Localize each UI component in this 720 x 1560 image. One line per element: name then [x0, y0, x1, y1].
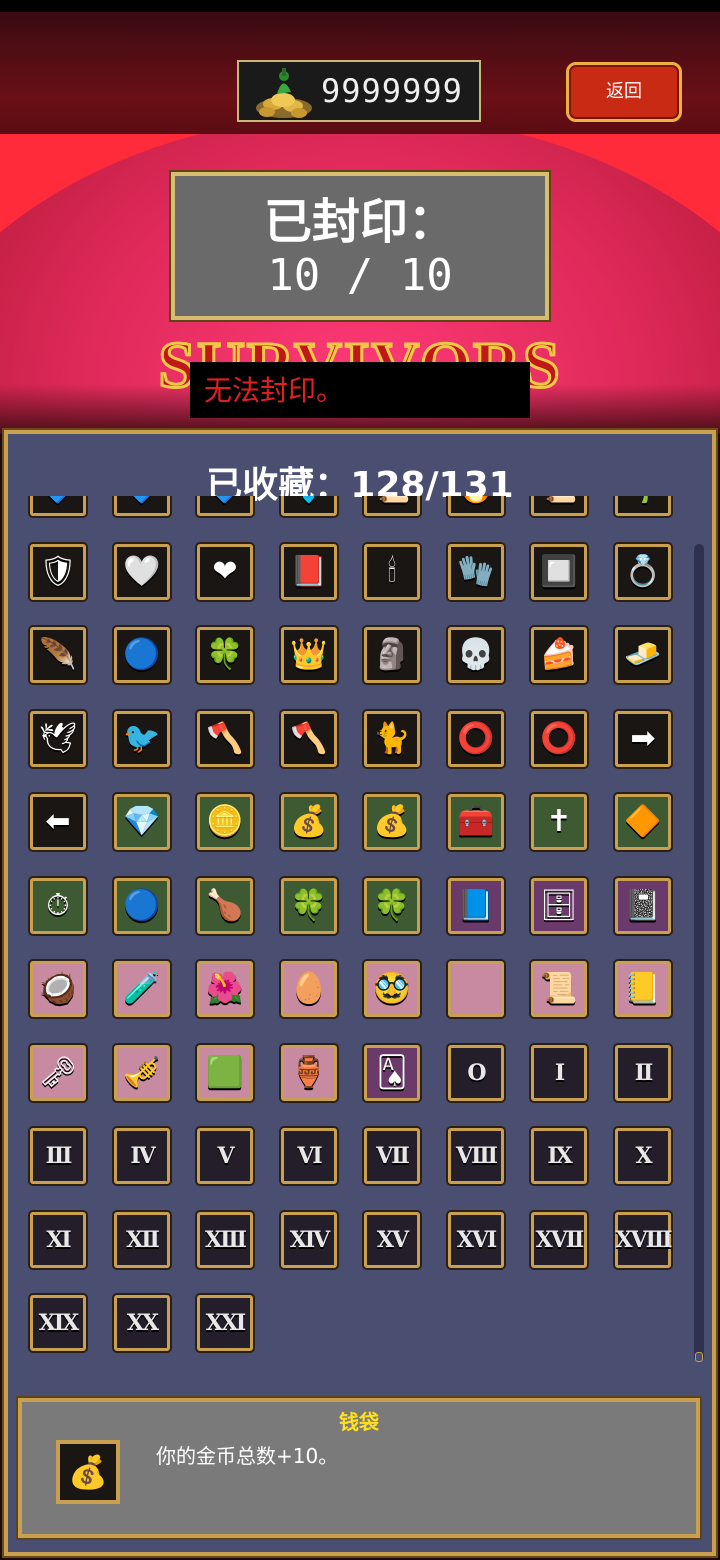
flower-icon[interactable]: 🌺 — [197, 961, 253, 1017]
gold-bar-icon[interactable]: 🧈 — [615, 627, 671, 683]
red-potion-icon[interactable]: 🏺 — [281, 1045, 337, 1101]
roman-numeral-13-icon[interactable]: XIII — [197, 1212, 253, 1268]
status-bar — [0, 0, 720, 12]
clover-icon[interactable]: 🍀 — [197, 627, 253, 683]
roman-numeral-0-icon[interactable]: O — [448, 1045, 504, 1101]
empty-slot-icon[interactable] — [448, 961, 504, 1017]
roast-chicken-icon[interactable]: 🍗 — [197, 878, 253, 934]
roman-numeral-12-icon[interactable]: XII — [114, 1212, 170, 1268]
chest-icon[interactable]: 🧰 — [448, 794, 504, 850]
flame-icon[interactable]: 🔥 — [448, 496, 504, 516]
roman-numeral-19-icon[interactable]: XIX — [30, 1295, 86, 1351]
red-book-icon[interactable]: 📕 — [281, 544, 337, 600]
roman-numeral-5-icon[interactable]: V — [197, 1128, 253, 1184]
card-icon[interactable]: 🂡 — [364, 1045, 420, 1101]
orange-gem-icon[interactable]: 🔶 — [615, 794, 671, 850]
sealed-label: 已封印： — [263, 194, 456, 250]
cage-icon[interactable]: 🔲 — [531, 544, 587, 600]
sealed-counter-box: 已封印： 10 / 10 — [169, 170, 551, 322]
roman-numeral-20-icon[interactable]: XX — [114, 1295, 170, 1351]
roman-numeral-9-icon[interactable]: IX — [531, 1128, 587, 1184]
coin-counter: 9999999 — [237, 60, 481, 122]
scroll-icon[interactable]: 📜 — [531, 961, 587, 1017]
crown-icon[interactable]: 👑 — [281, 627, 337, 683]
dark-book-icon[interactable]: 📓 — [615, 878, 671, 934]
dove-icon[interactable]: 🕊 — [30, 711, 86, 767]
scroll-icon[interactable]: 📜 — [364, 496, 420, 516]
mask-icon[interactable]: 🗿 — [364, 627, 420, 683]
green-ring-icon[interactable]: ⭕ — [531, 711, 587, 767]
candelabra-icon[interactable]: 🕯 — [364, 544, 420, 600]
collection-grid[interactable]: 🔷 🔷 🔷 💠 📜 🔥 📜 🌱 🛡 🤍 ❤ 📕 🕯 🧤 🔲 💍 🪶 🔵 🍀 👑 🗿 💀 🍰 🧈 🕊 🐦 🪓 🪓 🐈 ⭕ ⭕ ➡ ⬅ 💎 🪙 💰 💰 🧰 ✝ 🔶… — [0, 496, 720, 1362]
roman-numeral-21-icon[interactable]: XXI — [197, 1295, 253, 1351]
potion-icon[interactable]: 🧪 — [114, 961, 170, 1017]
roman-numeral-2-icon[interactable]: II — [615, 1045, 671, 1101]
roman-numeral-15-icon[interactable]: XV — [364, 1212, 420, 1268]
disguise-glasses-icon[interactable]: 🥸 — [364, 961, 420, 1017]
scrollbar-track[interactable] — [694, 544, 704, 1362]
egg-icon[interactable]: 🥚 — [281, 961, 337, 1017]
gem-icon[interactable]: 🔷 — [197, 496, 253, 516]
cannot-seal-message: 无法封印。 — [190, 362, 530, 418]
orb-icon[interactable]: 🔵 — [114, 627, 170, 683]
coin-count: 9999999 — [321, 72, 463, 110]
blue-crystal-icon[interactable]: 💎 — [114, 794, 170, 850]
money-bag-icon: 💰 — [56, 1440, 120, 1504]
item-info-box: 钱袋 💰 你的金币总数+10。 — [16, 1396, 702, 1540]
roman-numeral-11-icon[interactable]: XI — [30, 1212, 86, 1268]
blue-orb-icon[interactable]: 🔵 — [114, 878, 170, 934]
green-cube-icon[interactable]: 🟩 — [197, 1045, 253, 1101]
back-button[interactable]: 返回 — [566, 62, 682, 122]
wing-icon[interactable]: 🪶 — [30, 627, 86, 683]
gem-icon[interactable]: 🔷 — [114, 496, 170, 516]
roman-numeral-14-icon[interactable]: XIV — [281, 1212, 337, 1268]
purple-book-icon[interactable]: 📘 — [448, 878, 504, 934]
rosary-icon[interactable]: ✝ — [531, 794, 587, 850]
item-name: 钱袋 — [339, 1410, 379, 1434]
gauntlet-icon[interactable]: 🧤 — [448, 544, 504, 600]
brown-orb-icon[interactable]: 🥥 — [30, 961, 86, 1017]
gold-book-icon[interactable]: 📒 — [615, 961, 671, 1017]
yellow-clover-icon[interactable]: 🍀 — [281, 878, 337, 934]
plant-icon[interactable]: 🌱 — [615, 496, 671, 516]
trumpet-icon[interactable]: 🎺 — [114, 1045, 170, 1101]
red-bird-icon[interactable]: 🐦 — [114, 711, 170, 767]
hollow-heart-icon[interactable]: 🤍 — [114, 544, 170, 600]
scrollbar-thumb[interactable] — [695, 1352, 703, 1362]
skull-icon[interactable]: 💀 — [448, 627, 504, 683]
green-clover-icon[interactable]: 🍀 — [364, 878, 420, 934]
roman-numeral-6-icon[interactable]: VI — [281, 1128, 337, 1184]
big-money-bag-icon[interactable]: 💰 — [364, 794, 420, 850]
roman-numeral-1-icon[interactable]: I — [531, 1045, 587, 1101]
roman-numeral-7-icon[interactable]: VII — [364, 1128, 420, 1184]
gold-coin-icon[interactable]: 🪙 — [197, 794, 253, 850]
crystal-icon[interactable]: 💠 — [281, 496, 337, 516]
roman-numeral-4-icon[interactable]: IV — [114, 1128, 170, 1184]
roman-numeral-16-icon[interactable]: XVI — [448, 1212, 504, 1268]
money-bag-icon[interactable]: 💰 — [281, 794, 337, 850]
dark-ring-icon[interactable]: ⭕ — [448, 711, 504, 767]
tiramisu-icon[interactable]: 🍰 — [531, 627, 587, 683]
roman-numeral-8-icon[interactable]: VIII — [448, 1128, 504, 1184]
scroll-icon[interactable]: 📜 — [531, 496, 587, 516]
green-key-icon[interactable]: 🗝 — [30, 1045, 86, 1101]
roman-numeral-17-icon[interactable]: XVII — [531, 1212, 587, 1268]
gem-icon[interactable]: 🔷 — [30, 496, 86, 516]
cat-icon[interactable]: 🐈 — [364, 711, 420, 767]
sealed-count: 10 / 10 — [267, 250, 453, 301]
roman-numeral-3-icon[interactable]: III — [30, 1128, 86, 1184]
stopwatch-icon[interactable]: ⏱ — [30, 878, 86, 934]
cabinet-icon[interactable]: 🗄 — [531, 878, 587, 934]
red-arrow-right-icon[interactable]: ➡ — [615, 711, 671, 767]
armor-icon[interactable]: 🛡 — [30, 544, 86, 600]
red-wand-icon[interactable]: 🪓 — [197, 711, 253, 767]
heart-icon[interactable]: ❤ — [197, 544, 253, 600]
coin-pile-icon — [256, 68, 312, 118]
roman-numeral-10-icon[interactable]: X — [615, 1128, 671, 1184]
ring-icon[interactable]: 💍 — [615, 544, 671, 600]
item-description: 你的金币总数+10。 — [156, 1444, 339, 1468]
roman-numeral-18-icon[interactable]: XVIII — [615, 1212, 673, 1268]
blue-wand-icon[interactable]: 🪓 — [281, 711, 337, 767]
red-arrow-left-icon[interactable]: ⬅ — [30, 794, 86, 850]
